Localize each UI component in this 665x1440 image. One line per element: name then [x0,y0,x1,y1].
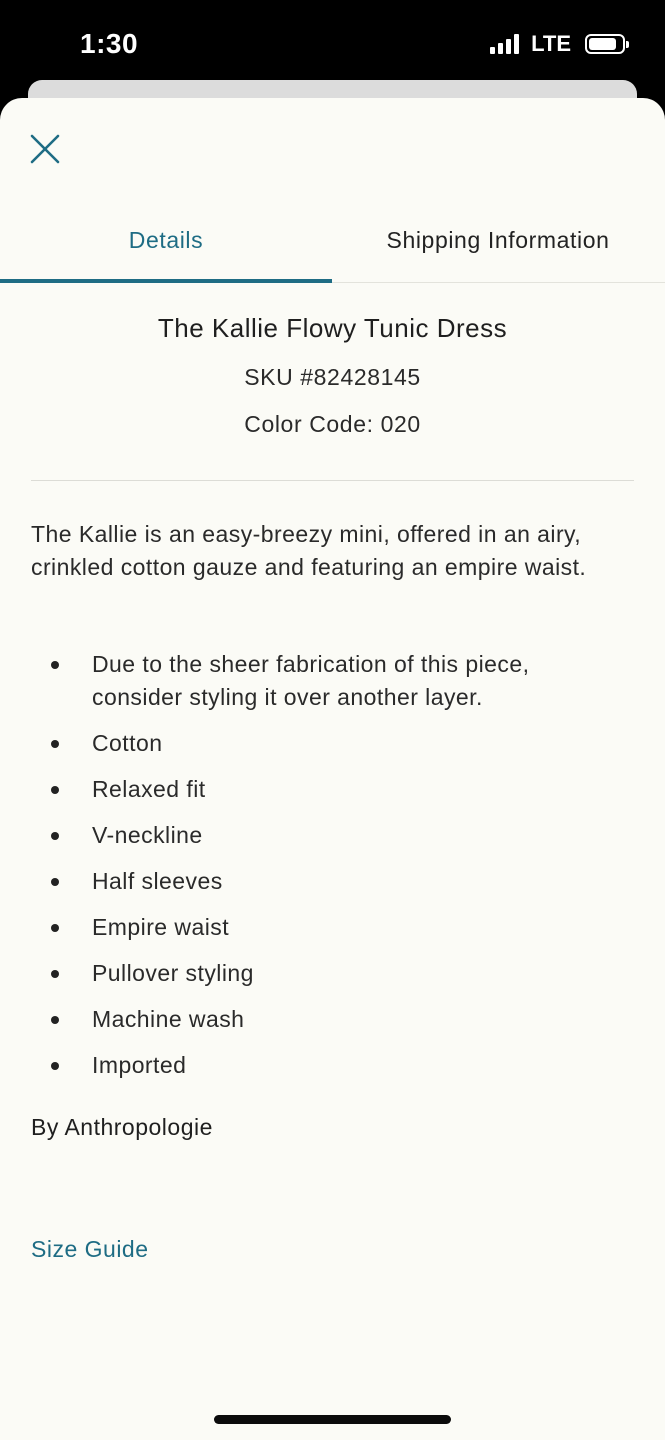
status-time: 1:30 [80,28,139,59]
feature-text: Empire waist [92,914,230,940]
tab-shipping-information[interactable]: Shipping Information [332,198,664,282]
divider [31,480,634,481]
status-bar: 1:30 LTE [0,0,665,90]
signal-icon [490,34,520,54]
feature-item: Machine wash [0,1003,612,1036]
product-title: The Kallie Flowy Tunic Dress [157,313,508,343]
bullet-icon [51,661,59,669]
brand-label: By Anthropologie [31,1114,213,1140]
feature-item: Half sleeves [0,865,612,898]
feature-text: Machine wash [92,1006,245,1032]
product-color-code: Color Code: 020 [244,411,421,437]
size-guide-link[interactable]: Size Guide [31,1236,149,1263]
feature-item: Relaxed fit [0,773,612,806]
bullet-icon [51,1016,59,1024]
feature-text: Pullover styling [92,960,254,986]
feature-text: Relaxed fit [92,776,206,802]
feature-item: Cotton [0,727,612,760]
bullet-icon [51,740,59,748]
bullet-icon [51,924,59,932]
home-indicator[interactable] [214,1415,451,1424]
product-description: The Kallie is an easy-breezy mini, offer… [31,521,587,580]
bullet-icon [51,832,59,840]
battery-level [589,38,616,50]
network-label: LTE [531,31,571,56]
tab-bar: Details Shipping Information [0,198,665,283]
feature-text: V-neckline [92,822,203,848]
feature-text: Due to the sheer fabrication of this pie… [92,651,530,710]
product-sku: SKU #82428145 [244,364,421,390]
bullet-icon [51,786,59,794]
product-details-sheet: Details Shipping Information The Kallie … [0,98,665,1440]
status-indicators: LTE [490,31,629,57]
close-button[interactable] [22,126,68,172]
feature-item: Pullover styling [0,957,612,990]
bullet-icon [51,1062,59,1070]
feature-list: Due to the sheer fabrication of this pie… [0,648,665,1095]
active-tab-indicator [0,279,332,283]
close-icon [30,134,60,164]
bullet-icon [51,970,59,978]
bullet-icon [51,878,59,886]
tab-details[interactable]: Details [0,198,332,282]
feature-item: V-neckline [0,819,612,852]
feature-item: Empire waist [0,911,612,944]
battery-icon [585,34,629,54]
feature-text: Cotton [92,730,163,756]
feature-item: Imported [0,1049,612,1082]
feature-item: Due to the sheer fabrication of this pie… [0,648,612,714]
feature-text: Half sleeves [92,868,223,894]
feature-text: Imported [92,1052,187,1078]
